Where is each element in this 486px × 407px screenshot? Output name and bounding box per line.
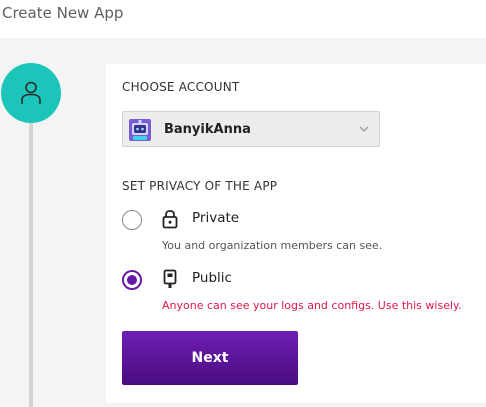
public-log-icon — [163, 269, 177, 288]
step-indicator — [1, 63, 61, 123]
lock-icon — [162, 210, 178, 229]
chevron-down-icon — [359, 126, 369, 132]
user-icon — [21, 81, 41, 104]
next-button[interactable]: Next — [122, 331, 298, 385]
create-app-form: CHOOSE ACCOUNT BanyikAnna SET PRIVACY OF… — [106, 64, 486, 403]
account-select[interactable]: BanyikAnna — [122, 111, 380, 147]
public-radio[interactable] — [122, 270, 142, 290]
public-option-warning: Anyone can see your logs and configs. Us… — [162, 299, 462, 312]
private-option-description: You and organization members can see. — [162, 239, 383, 252]
page-title: Create New App — [2, 4, 124, 22]
choose-account-label: CHOOSE ACCOUNT — [122, 80, 240, 94]
step-progress-line — [29, 120, 33, 407]
public-option-label: Public — [192, 270, 232, 286]
private-option-label: Private — [192, 210, 240, 226]
selected-account-name: BanyikAnna — [164, 122, 251, 137]
robot-avatar-icon — [129, 119, 151, 141]
privacy-label: SET PRIVACY OF THE APP — [122, 179, 278, 193]
private-radio[interactable] — [122, 210, 142, 230]
